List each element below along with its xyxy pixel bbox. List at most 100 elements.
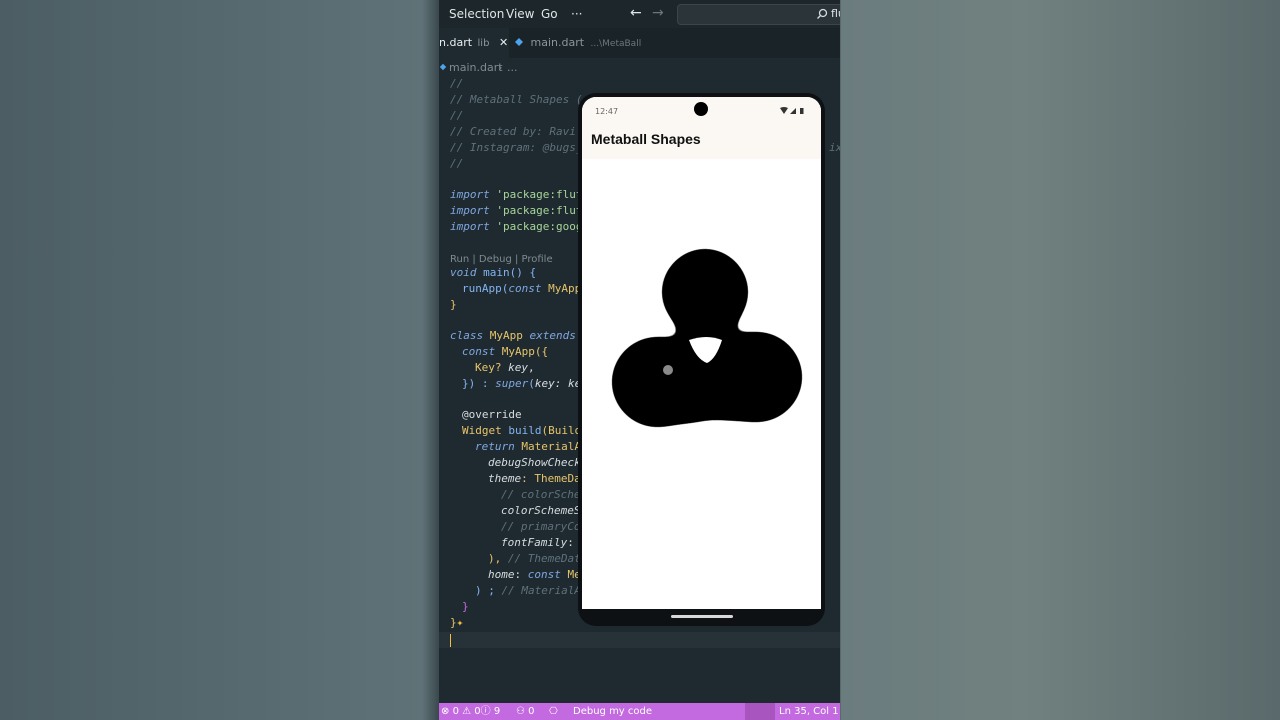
keyword: import [450, 204, 490, 217]
code-line: }) : super(key: ke [462, 376, 581, 392]
home-indicator[interactable] [671, 615, 733, 618]
page-title: Metaball Shapes [591, 131, 701, 147]
active-line-highlight [439, 632, 840, 648]
punctuation: ( [528, 377, 535, 390]
debug-status[interactable]: Debug my code [573, 703, 652, 720]
code-line: ) ; // MaterialAp [475, 583, 588, 599]
metaball-shape [613, 250, 801, 426]
class-name: Widget [462, 424, 509, 437]
breadcrumb-file[interactable]: main.dart [449, 61, 503, 74]
phone-emulator: 12:47 Metaball Shapes [578, 93, 825, 626]
code-line: import 'package:flut [450, 187, 582, 203]
error-icon: ⊗ [441, 706, 450, 717]
class-name: : ThemeDa [521, 472, 581, 485]
class-name: MyApp [541, 282, 582, 295]
string: 'package:goog [496, 220, 583, 233]
code-line: theme: ThemeDa [488, 471, 581, 487]
status-icons [780, 107, 804, 114]
code-line: debugShowCheck [488, 456, 581, 469]
code-line: class MyApp extends [450, 328, 576, 344]
back-arrow-icon[interactable]: ← [630, 5, 642, 21]
class-name: Key? [475, 361, 509, 374]
code-line: } [462, 600, 469, 613]
tab-label: main.dart [530, 36, 585, 49]
search-icon [817, 8, 828, 19]
code-line: runApp(const MyApp [462, 281, 581, 297]
keyword: import [450, 188, 490, 201]
tab-main-dart[interactable]: main.dart ...\MetaBall [514, 28, 654, 58]
code-line: colorSchemeS [501, 504, 581, 517]
punctuation: , [528, 361, 535, 374]
forward-arrow-icon[interactable]: → [652, 5, 664, 21]
touch-indicator [663, 365, 673, 375]
keyword: class [450, 329, 484, 342]
status-bar: ⊗ 0 ⚠ 0 ⓘ 9 ⚇ 0 ⎔ Debug my code Ln 35, Co… [439, 703, 840, 720]
class-name: MaterialA [514, 440, 581, 453]
more-menu-button[interactable]: ··· [571, 7, 582, 21]
parameter: key [534, 377, 555, 390]
side-label: ix [829, 141, 840, 154]
code-line: Widget build(Build [462, 423, 581, 439]
cursor-position[interactable]: Ln 35, Col 1 [779, 703, 839, 720]
breadcrumb-rest[interactable]: ... [507, 61, 518, 74]
code-line: } [450, 298, 457, 311]
code-line: // [450, 157, 464, 170]
status-time: 12:47 [595, 107, 619, 116]
problems-indicator[interactable]: ⊗ 0 ⚠ 0ⓘ 9 [441, 703, 500, 720]
code-line: return MaterialA [475, 439, 581, 455]
breadcrumb: main.dart › ... [439, 58, 840, 76]
chevron-right-icon: › [498, 61, 503, 74]
punctuation: }) : [462, 377, 496, 390]
code-line: // Created by: Ravi [450, 125, 576, 138]
menu-go[interactable]: Go [541, 7, 558, 21]
info-icon: ⓘ [480, 706, 491, 717]
comment: // ThemeDat [507, 552, 581, 565]
keyword: extends [529, 329, 576, 342]
menu-bar: Selection View Go ··· ← → flu [439, 0, 840, 28]
code-line: // Instagram: @bugs_ [450, 141, 583, 154]
tab-n-dart[interactable]: n.dart lib ✕ [439, 28, 509, 58]
punctuation: : [567, 536, 574, 549]
punctuation: ) ; [475, 584, 502, 597]
code-line: Key? key, [475, 360, 535, 376]
code-line: // [450, 77, 464, 90]
dart-file-icon [515, 38, 523, 46]
menu-view[interactable]: View [506, 7, 534, 21]
dart-file-icon [439, 63, 447, 71]
status-segment [745, 703, 775, 720]
code-line: import 'package:goog [450, 219, 582, 235]
function: main() { [476, 266, 537, 279]
text-cursor [450, 634, 451, 647]
tab-label: n.dart [439, 36, 473, 49]
ports-icon: ⚇ [516, 706, 525, 717]
search-value: flu [831, 7, 840, 20]
tab-path: lib [477, 38, 490, 49]
info-count: 9 [493, 706, 501, 717]
warning-icon: ⚠ [462, 706, 472, 717]
parameter: fontFamily [501, 536, 568, 549]
parameter: home [488, 568, 515, 581]
class-name: MyApp({ [495, 345, 549, 358]
command-search-box[interactable]: flu [677, 4, 840, 25]
camera-cutout [694, 102, 708, 116]
ports-indicator[interactable]: ⚇ 0 [516, 703, 535, 720]
comment: // MaterialAp [501, 584, 588, 597]
menu-selection[interactable]: Selection [449, 7, 504, 21]
close-icon[interactable]: ✕ [499, 36, 508, 49]
code-line: const MyApp({ [462, 344, 548, 360]
code-line: // colorSche [501, 488, 581, 501]
sparkle-icon[interactable]: ✦ [457, 616, 464, 629]
parameter: key [508, 361, 528, 374]
code-line: void main() { [450, 265, 536, 281]
function: runApp( [462, 282, 509, 295]
code-line: @override [462, 408, 522, 421]
phone-screen: 12:47 Metaball Shapes [582, 97, 821, 609]
app-bar: 12:47 Metaball Shapes [582, 97, 821, 159]
code-line: home: const Me [488, 567, 581, 583]
keyword: void [450, 266, 477, 279]
punctuation: ), [488, 552, 508, 565]
code-line: ), // ThemeDat [488, 551, 581, 567]
code-line: // Metaball Shapes ( [450, 93, 583, 106]
keyword: const [527, 568, 561, 581]
keyword: import [450, 220, 490, 233]
